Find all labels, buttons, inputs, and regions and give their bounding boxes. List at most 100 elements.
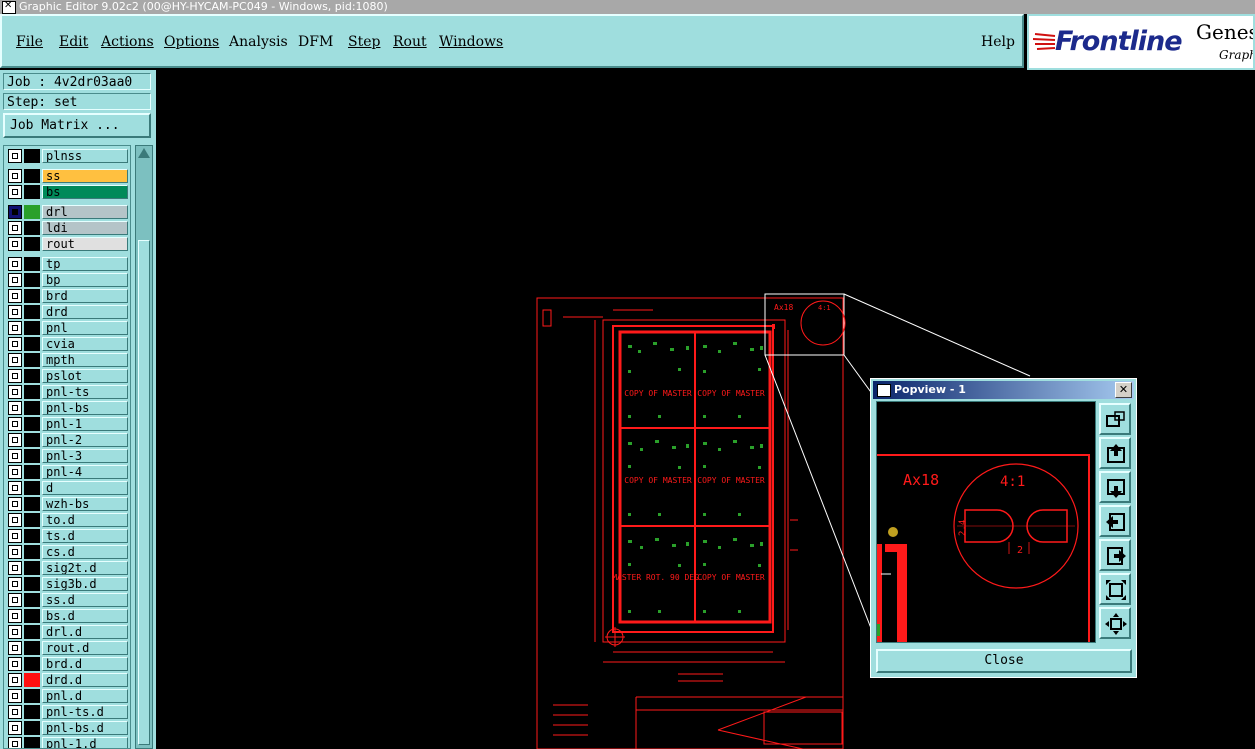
layer-color-swatch[interactable]: [24, 273, 40, 287]
layer-name[interactable]: pnl.d: [42, 689, 128, 703]
layer-row[interactable]: mpth: [8, 353, 128, 367]
layer-row[interactable]: tp: [8, 257, 128, 271]
layer-color-swatch[interactable]: [24, 205, 40, 219]
zoom-out-icon[interactable]: [1099, 607, 1131, 639]
layer-color-swatch[interactable]: [24, 221, 40, 235]
layer-color-swatch[interactable]: [24, 673, 40, 687]
layer-color-swatch[interactable]: [24, 449, 40, 463]
layer-name[interactable]: drl.d: [42, 625, 128, 639]
layer-name[interactable]: pnl-ts: [42, 385, 128, 399]
layer-row[interactable]: pnl-bs: [8, 401, 128, 415]
layer-name[interactable]: rout: [42, 237, 128, 251]
layer-color-swatch[interactable]: [24, 497, 40, 511]
layer-checkbox[interactable]: [8, 465, 22, 479]
layer-row[interactable]: bs.d: [8, 609, 128, 623]
layer-color-swatch[interactable]: [24, 305, 40, 319]
layer-row[interactable]: plnss: [8, 149, 128, 163]
menu-step[interactable]: Step: [348, 34, 380, 50]
app-icon[interactable]: [2, 0, 16, 14]
layer-name[interactable]: pnl-bs: [42, 401, 128, 415]
layer-name[interactable]: bp: [42, 273, 128, 287]
layer-checkbox[interactable]: [8, 237, 22, 251]
layer-row[interactable]: ss: [8, 169, 128, 183]
layer-color-swatch[interactable]: [24, 321, 40, 335]
layer-color-swatch[interactable]: [24, 257, 40, 271]
layer-color-swatch[interactable]: [24, 289, 40, 303]
layer-color-swatch[interactable]: [24, 705, 40, 719]
layer-row[interactable]: rout.d: [8, 641, 128, 655]
layer-checkbox[interactable]: [8, 545, 22, 559]
layer-checkbox[interactable]: [8, 705, 22, 719]
layer-checkbox[interactable]: [8, 721, 22, 735]
layer-row[interactable]: bs: [8, 185, 128, 199]
layer-name[interactable]: pnl-3: [42, 449, 128, 463]
layer-color-swatch[interactable]: [24, 657, 40, 671]
layer-checkbox[interactable]: [8, 401, 22, 415]
layer-color-swatch[interactable]: [24, 385, 40, 399]
layer-checkbox[interactable]: [8, 257, 22, 271]
layer-checkbox[interactable]: [8, 353, 22, 367]
close-icon[interactable]: ✕: [1115, 382, 1132, 398]
layer-row[interactable]: bp: [8, 273, 128, 287]
layer-checkbox[interactable]: [8, 513, 22, 527]
layer-name[interactable]: drd: [42, 305, 128, 319]
layer-checkbox[interactable]: [8, 385, 22, 399]
pan-up-icon[interactable]: [1099, 437, 1131, 469]
layer-color-swatch[interactable]: [24, 609, 40, 623]
layer-checkbox[interactable]: [8, 449, 22, 463]
layer-checkbox[interactable]: [8, 673, 22, 687]
layer-name[interactable]: cs.d: [42, 545, 128, 559]
layer-row[interactable]: pnl-2: [8, 433, 128, 447]
pan-right-icon[interactable]: [1099, 539, 1131, 571]
layer-checkbox[interactable]: [8, 481, 22, 495]
layer-color-swatch[interactable]: [24, 529, 40, 543]
layer-color-swatch[interactable]: [24, 737, 40, 748]
layer-row[interactable]: drd: [8, 305, 128, 319]
layer-checkbox[interactable]: [8, 577, 22, 591]
layer-row[interactable]: pnl: [8, 321, 128, 335]
scroll-thumb[interactable]: [138, 240, 150, 745]
layer-row[interactable]: cvia: [8, 337, 128, 351]
layer-row[interactable]: drl.d: [8, 625, 128, 639]
layer-color-swatch[interactable]: [24, 433, 40, 447]
layer-color-swatch[interactable]: [24, 337, 40, 351]
layer-checkbox[interactable]: [8, 305, 22, 319]
layer-color-swatch[interactable]: [24, 593, 40, 607]
menu-analysis[interactable]: Analysis: [229, 34, 288, 50]
menu-help[interactable]: Help: [981, 34, 1015, 50]
popview-display[interactable]: Ax18 4:1 2.4 2: [876, 401, 1096, 643]
layer-name[interactable]: brd: [42, 289, 128, 303]
layer-checkbox[interactable]: [8, 417, 22, 431]
layer-row[interactable]: pnl-3: [8, 449, 128, 463]
layer-row[interactable]: brd: [8, 289, 128, 303]
pan-down-icon[interactable]: [1099, 471, 1131, 503]
zoom-home-icon[interactable]: [1099, 403, 1131, 435]
layer-color-swatch[interactable]: [24, 185, 40, 199]
layer-name[interactable]: drl: [42, 205, 128, 219]
layer-name[interactable]: brd.d: [42, 657, 128, 671]
menu-file[interactable]: File: [16, 34, 43, 50]
layer-checkbox[interactable]: [8, 593, 22, 607]
layer-color-swatch[interactable]: [24, 513, 40, 527]
layer-checkbox[interactable]: [8, 497, 22, 511]
layer-checkbox[interactable]: [8, 185, 22, 199]
layer-checkbox[interactable]: [8, 433, 22, 447]
popview-titlebar[interactable]: Popview - 1 ✕: [873, 381, 1134, 399]
layer-row[interactable]: to.d: [8, 513, 128, 527]
layer-list[interactable]: plnss ss bs drl ldi rout tp bp brd drd pnl cvia mpth…: [3, 145, 131, 749]
popview-close-button[interactable]: Close: [876, 649, 1132, 673]
menu-rout[interactable]: Rout: [393, 34, 427, 50]
layer-checkbox[interactable]: [8, 169, 22, 183]
layer-color-swatch[interactable]: [24, 465, 40, 479]
layer-row[interactable]: pnl-4: [8, 465, 128, 479]
layer-row[interactable]: sig3b.d: [8, 577, 128, 591]
layer-name[interactable]: bs.d: [42, 609, 128, 623]
layer-name[interactable]: pslot: [42, 369, 128, 383]
layer-row[interactable]: brd.d: [8, 657, 128, 671]
layer-checkbox[interactable]: [8, 321, 22, 335]
layer-name[interactable]: rout.d: [42, 641, 128, 655]
layer-color-swatch[interactable]: [24, 401, 40, 415]
layer-row[interactable]: sig2t.d: [8, 561, 128, 575]
layer-row[interactable]: pnl-ts: [8, 385, 128, 399]
menu-dfm[interactable]: DFM: [298, 34, 333, 50]
